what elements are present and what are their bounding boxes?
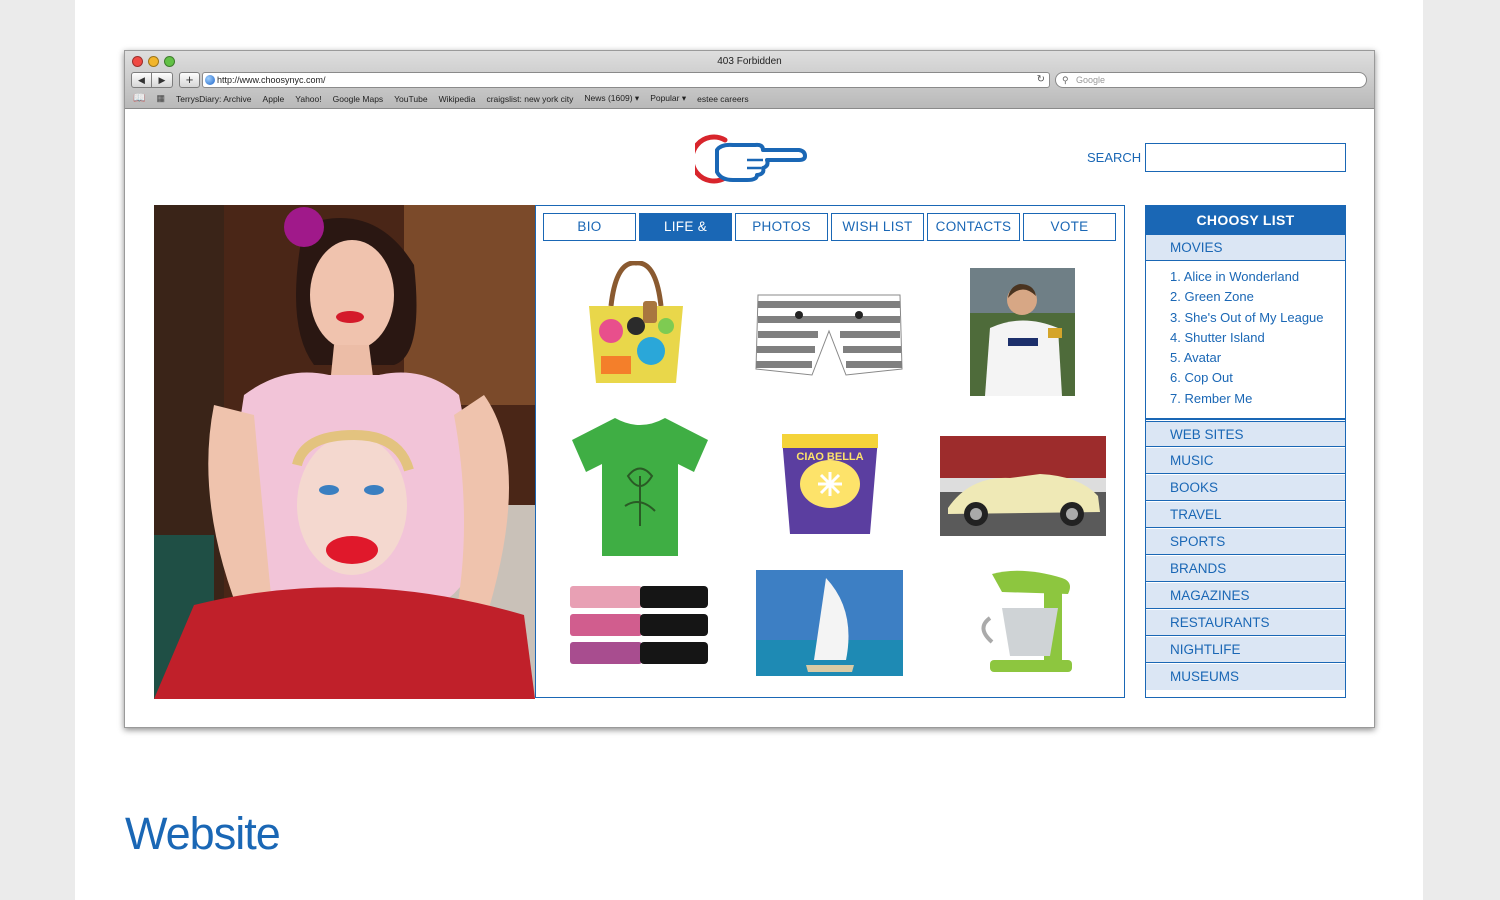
web-page: SEARCH BIO LIFE & STYLE PHOTOS WISH LIST… — [125, 110, 1374, 727]
window-title: 403 Forbidden — [717, 56, 782, 67]
book-icon[interactable]: 📖 — [133, 93, 145, 104]
history-buttons: ◀ ▶ — [131, 72, 173, 88]
tab-photos[interactable]: PHOTOS — [735, 213, 828, 241]
category-travel[interactable]: TRAVEL — [1146, 502, 1345, 528]
movie-link[interactable]: 7. Rember Me — [1170, 389, 1345, 409]
bookmark-link[interactable]: Apple — [263, 94, 285, 104]
movie-link[interactable]: 1. Alice in Wonderland — [1170, 267, 1345, 287]
bookmarks-bar: 📖 ▦ TerrysDiary: Archive Apple Yahoo! Go… — [133, 93, 749, 104]
site-tabs: BIO LIFE & STYLE PHOTOS WISH LIST CONTAC… — [543, 213, 1116, 260]
category-books[interactable]: BOOKS — [1146, 475, 1345, 501]
site-search-input[interactable] — [1145, 143, 1346, 172]
movie-link[interactable]: 6. Cop Out — [1170, 368, 1345, 388]
tab-wish-list[interactable]: WISH LIST — [831, 213, 924, 241]
caption: Website — [125, 808, 281, 859]
svg-text:CIAO BELLA: CIAO BELLA — [796, 451, 863, 463]
bookmark-link[interactable]: YouTube — [394, 94, 427, 104]
movie-link[interactable]: 4. Shutter Island — [1170, 328, 1345, 348]
google-search-field[interactable]: ⚲ Google — [1055, 72, 1367, 88]
movie-link[interactable]: 3. She's Out of My League — [1170, 308, 1345, 328]
bookmark-link[interactable]: Wikipedia — [439, 94, 476, 104]
globe-icon — [205, 75, 215, 85]
bookmark-link[interactable]: Popular ▾ — [650, 93, 686, 104]
tab-contacts[interactable]: CONTACTS — [927, 213, 1020, 241]
movies-list: 1. Alice in Wonderland 2. Green Zone 3. … — [1146, 261, 1345, 420]
category-museums[interactable]: MUSEUMS — [1146, 664, 1345, 690]
choosy-list: CHOOSY LIST MOVIES 1. Alice in Wonderlan… — [1145, 205, 1346, 698]
category-movies[interactable]: MOVIES — [1146, 235, 1345, 261]
address-bar[interactable]: http://www.choosynyc.com/ ↻ — [202, 72, 1050, 88]
category-magazines[interactable]: MAGAZINES — [1146, 583, 1345, 609]
google-search-placeholder: Google — [1076, 75, 1106, 85]
bookmark-link[interactable]: News (1609) ▾ — [584, 93, 639, 104]
hero-photo — [154, 205, 535, 699]
stand-mixer-product[interactable] — [962, 568, 1082, 674]
category-music[interactable]: MUSIC — [1146, 448, 1345, 474]
browser-chrome: 403 Forbidden ◀ ▶ + http://www.choosynyc… — [125, 51, 1374, 109]
life-style-panel: BIO LIFE & STYLE PHOTOS WISH LIST CONTAC… — [535, 205, 1125, 698]
movie-link[interactable]: 2. Green Zone — [1170, 287, 1345, 307]
lip-gloss-set-product[interactable] — [570, 586, 708, 664]
choosy-list-title: CHOOSY LIST — [1146, 206, 1345, 235]
back-button[interactable]: ◀ — [131, 72, 152, 88]
tab-life-style[interactable]: LIFE & STYLE — [639, 213, 732, 260]
handbag-product[interactable] — [581, 261, 691, 386]
reload-icon[interactable]: ↻ — [1037, 73, 1045, 87]
movie-link[interactable]: 5. Avatar — [1170, 348, 1345, 368]
bookmark-link[interactable]: craigslist: new york city — [486, 94, 573, 104]
burj-al-arab-photo[interactable] — [756, 570, 903, 676]
category-sports[interactable]: SPORTS — [1146, 529, 1345, 555]
add-bookmark-button[interactable]: + — [179, 72, 200, 88]
vintage-car-photo[interactable] — [940, 436, 1106, 536]
bookmark-link[interactable]: estee careers — [697, 94, 749, 104]
soccer-player-photo[interactable] — [970, 268, 1075, 396]
browser-window: 403 Forbidden ◀ ▶ + http://www.choosynyc… — [124, 50, 1375, 728]
choosy-logo[interactable] — [695, 130, 810, 188]
tab-bio[interactable]: BIO — [543, 213, 636, 241]
url-text: http://www.choosynyc.com/ — [217, 75, 326, 85]
category-nightlife[interactable]: NIGHTLIFE — [1146, 637, 1345, 663]
green-tshirt-product[interactable] — [570, 416, 710, 558]
search-label: SEARCH — [1087, 150, 1142, 165]
grid-icon[interactable]: ▦ — [156, 93, 165, 104]
gelato-pint-product[interactable]: CIAO BELLA — [780, 432, 880, 540]
bookmark-link[interactable]: Yahoo! — [295, 94, 321, 104]
bookmark-link[interactable]: TerrysDiary: Archive — [176, 94, 252, 104]
category-brands[interactable]: BRANDS — [1146, 556, 1345, 582]
tab-vote[interactable]: VOTE — [1023, 213, 1116, 241]
magnifier-icon: ⚲ — [1062, 75, 1069, 85]
striped-shorts-product[interactable] — [754, 291, 904, 379]
category-web-sites[interactable]: WEB SITES — [1146, 421, 1345, 447]
category-restaurants[interactable]: RESTAURANTS — [1146, 610, 1345, 636]
forward-button[interactable]: ▶ — [152, 72, 173, 88]
bookmark-link[interactable]: Google Maps — [333, 94, 384, 104]
